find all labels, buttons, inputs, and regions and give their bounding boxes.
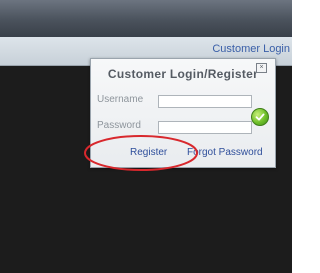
site-header	[0, 0, 292, 37]
username-field[interactable]	[158, 95, 252, 108]
page-edge	[292, 0, 305, 273]
login-submit-button[interactable]	[251, 108, 269, 126]
password-label: Password	[97, 120, 141, 131]
close-icon[interactable]: ×	[256, 63, 267, 73]
checkmark-icon	[255, 113, 265, 121]
panel-title: Customer Login/Register	[107, 67, 259, 81]
customer-login-link[interactable]: Customer Login	[212, 43, 290, 55]
username-label: Username	[97, 94, 144, 105]
highlight-ellipse	[84, 135, 198, 171]
